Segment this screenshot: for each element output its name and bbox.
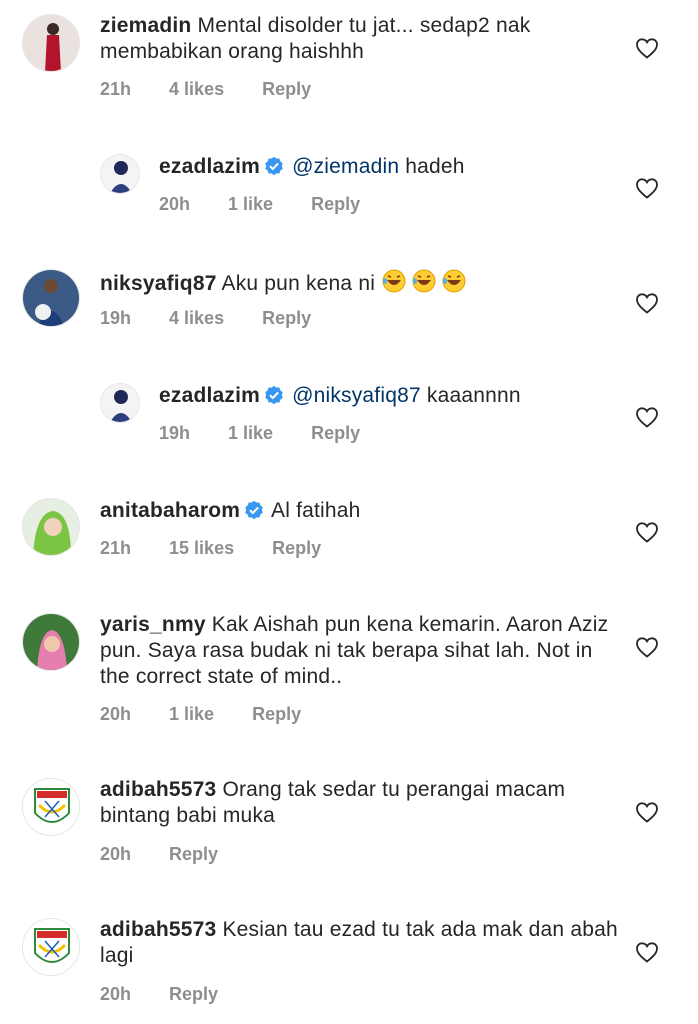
username[interactable]: ezadlazim: [159, 384, 260, 407]
rolling-on-floor-laughing-icon: [381, 269, 471, 295]
avatar[interactable]: [22, 778, 80, 836]
reply-button[interactable]: Reply: [311, 423, 360, 443]
likes-count[interactable]: 1 like: [228, 194, 273, 214]
comment-text: anitabaharom Al fatihah: [100, 498, 620, 524]
avatar[interactable]: [100, 154, 140, 194]
username[interactable]: adibah5573: [100, 918, 216, 941]
likes-count[interactable]: 1 like: [228, 423, 273, 443]
likes-count[interactable]: 1 like: [169, 704, 214, 724]
timestamp: 19h: [100, 308, 132, 328]
comment-body: Al fatihah: [271, 499, 361, 522]
comment-text: niksyafiq87 Aku pun kena ni: [100, 268, 620, 297]
reply-button[interactable]: Reply: [311, 194, 360, 214]
reply-button[interactable]: Reply: [262, 79, 311, 99]
comment-meta: 19h 4 likes Reply: [100, 308, 349, 329]
comment-text: adibah5573 Kesian tau ezad tu tak ada ma…: [100, 917, 620, 969]
mention-link[interactable]: @ziemadin: [292, 155, 399, 178]
timestamp: 21h: [100, 79, 132, 99]
comment-text: ezadlazim @ziemadin hadeh: [159, 154, 619, 180]
comment-meta: 19h 1 like Reply: [159, 423, 398, 444]
heart-outline-icon[interactable]: [635, 801, 659, 823]
username[interactable]: yaris_nmy: [100, 613, 206, 636]
username[interactable]: adibah5573: [100, 778, 216, 801]
avatar[interactable]: [22, 613, 80, 671]
heart-outline-icon[interactable]: [635, 941, 659, 963]
heart-outline-icon[interactable]: [635, 177, 659, 199]
comment-meta: 20h 1 like Reply: [159, 194, 398, 215]
comment-text: yaris_nmy Kak Aishah pun kena kemarin. A…: [100, 612, 620, 690]
username[interactable]: ziemadin: [100, 14, 191, 37]
comment-text: ezadlazim @niksyafiq87 kaaannnn: [159, 383, 619, 409]
avatar[interactable]: [22, 918, 80, 976]
reply-button[interactable]: Reply: [272, 538, 321, 558]
reply-button[interactable]: Reply: [169, 984, 218, 1004]
username[interactable]: anitabaharom: [100, 499, 240, 522]
verified-badge-icon: [265, 385, 283, 405]
timestamp: 20h: [100, 844, 132, 864]
timestamp: 20h: [159, 194, 191, 214]
timestamp: 21h: [100, 538, 132, 558]
heart-outline-icon[interactable]: [635, 37, 659, 59]
avatar[interactable]: [22, 14, 80, 72]
comment-text: adibah5573 Orang tak sedar tu perangai m…: [100, 777, 620, 829]
comment-meta: 20h 1 like Reply: [100, 704, 339, 725]
reply-button[interactable]: Reply: [262, 308, 311, 328]
likes-count[interactable]: 4 likes: [169, 79, 224, 99]
comment-meta: 20h Reply: [100, 844, 256, 865]
username[interactable]: niksyafiq87: [100, 272, 217, 295]
reply-button[interactable]: Reply: [169, 844, 218, 864]
comment-text: ziemadin Mental disolder tu jat... sedap…: [100, 13, 620, 65]
verified-badge-icon: [265, 156, 283, 176]
avatar[interactable]: [22, 269, 80, 327]
heart-outline-icon[interactable]: [635, 636, 659, 658]
comment-meta: 21h 15 likes Reply: [100, 538, 359, 559]
likes-count[interactable]: 15 likes: [169, 538, 234, 558]
timestamp: 20h: [100, 984, 132, 1004]
timestamp: 20h: [100, 704, 132, 724]
avatar[interactable]: [22, 498, 80, 556]
heart-outline-icon[interactable]: [635, 292, 659, 314]
reply-button[interactable]: Reply: [252, 704, 301, 724]
verified-badge-icon: [245, 500, 263, 520]
username[interactable]: ezadlazim: [159, 155, 260, 178]
comment-body: kaaannnn: [426, 384, 521, 407]
avatar[interactable]: [100, 383, 140, 423]
timestamp: 19h: [159, 423, 191, 443]
comment-meta: 21h 4 likes Reply: [100, 79, 349, 100]
likes-count[interactable]: 4 likes: [169, 308, 224, 328]
heart-outline-icon[interactable]: [635, 406, 659, 428]
heart-outline-icon[interactable]: [635, 521, 659, 543]
mention-link[interactable]: @niksyafiq87: [292, 384, 421, 407]
comment-body: Aku pun kena ni: [221, 272, 376, 295]
comment-meta: 20h Reply: [100, 984, 256, 1005]
comment-body: hadeh: [405, 155, 465, 178]
